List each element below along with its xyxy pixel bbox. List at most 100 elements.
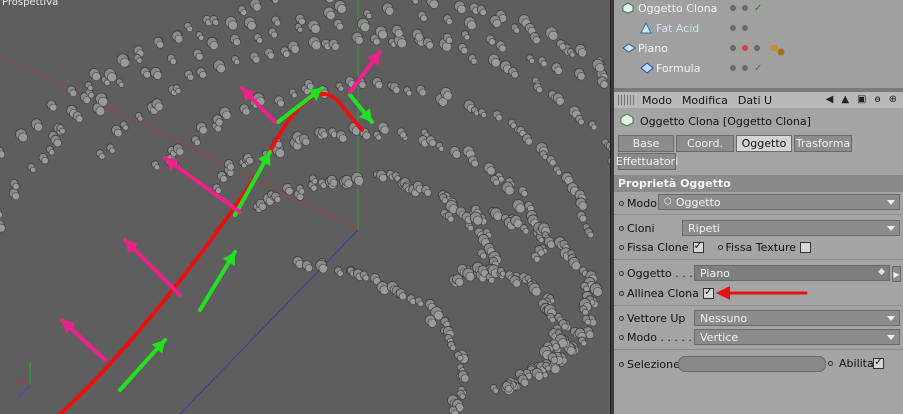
vettore-up-dropdown[interactable]: Nessuno: [694, 310, 900, 326]
clone-sphere: [216, 63, 226, 74]
back-arrow-icon[interactable]: ◀: [826, 94, 834, 105]
menu-modifica[interactable]: Modifica: [682, 94, 728, 107]
clone-sphere: [398, 292, 407, 301]
perspective-viewport[interactable]: Prospettiva: [0, 0, 610, 414]
clone-sphere: [470, 159, 479, 168]
clone-sphere: [118, 81, 125, 88]
tab-base[interactable]: Base: [618, 135, 674, 152]
fissa-clone-checkbox[interactable]: [692, 239, 704, 253]
oggetto-link-field[interactable]: Piano ◆: [694, 265, 890, 281]
material-tag-icon[interactable]: [770, 44, 786, 59]
menu-dati-utente[interactable]: Dati U: [738, 94, 772, 107]
animate-bullet-icon[interactable]: [619, 200, 624, 206]
clone-sphere: [399, 131, 407, 139]
tab-oggetto[interactable]: Oggetto: [736, 135, 792, 152]
clone-sphere: [154, 102, 164, 112]
clone-sphere: [186, 25, 193, 33]
modo-vertice-dropdown[interactable]: Vertice: [694, 329, 900, 345]
animate-bullet-icon[interactable]: [828, 361, 833, 366]
animate-bullet-icon[interactable]: [717, 244, 723, 250]
object-row-fat-acid[interactable]: Fat Acid: [614, 18, 903, 38]
clone-sphere: [559, 43, 567, 51]
z-axis-line: [179, 229, 359, 414]
clone-sphere: [291, 92, 298, 99]
clone-sphere: [420, 14, 428, 22]
clone-sphere: [329, 178, 338, 187]
clone-sphere: [122, 124, 129, 131]
clone-sphere: [534, 371, 544, 381]
clone-sphere: [274, 19, 281, 27]
chevron-down-icon: [887, 226, 895, 231]
prop-row-allinea-clona: Allinea Clona: [614, 283, 903, 303]
animate-bullet-icon[interactable]: [619, 315, 624, 321]
clone-sphere: [425, 41, 434, 50]
clone-sphere: [561, 323, 569, 331]
clone-sphere: [69, 89, 78, 97]
clone-sphere: [119, 57, 130, 68]
clone-sphere: [545, 365, 552, 372]
plane-icon: ◆: [878, 267, 885, 277]
clone-sphere: [365, 12, 373, 20]
clone-sphere: [466, 20, 477, 31]
grip-icon[interactable]: [618, 95, 634, 105]
fissa-texture-checkbox[interactable]: [800, 241, 812, 253]
animate-bullet-icon[interactable]: [619, 225, 624, 231]
tab-trasforma[interactable]: Trasforma: [794, 135, 852, 152]
clone-sphere: [272, 0, 279, 4]
clone-sphere: [290, 44, 300, 54]
clone-sphere: [331, 42, 340, 51]
up-arrow-icon[interactable]: ▲: [841, 94, 849, 105]
clone-sphere: [48, 149, 55, 156]
clone-sphere: [358, 80, 367, 89]
object-row-plane[interactable]: Piano: [614, 38, 903, 58]
link-arrow-button[interactable]: ▶: [892, 266, 901, 282]
object-row-formula[interactable]: Formula ✓: [614, 58, 903, 78]
clone-sphere: [362, 274, 370, 282]
menu-modo[interactable]: Modo: [642, 94, 672, 107]
clone-sphere: [513, 27, 520, 34]
clone-sphere: [584, 318, 592, 326]
clone-sphere: [540, 60, 548, 68]
clone-sphere: [460, 374, 470, 383]
clone-sphere: [375, 134, 382, 141]
animate-bullet-icon[interactable]: [619, 270, 624, 276]
clone-sphere: [215, 118, 224, 127]
clone-sphere: [555, 96, 565, 106]
clone-sphere: [137, 115, 144, 122]
clone-sphere: [212, 18, 219, 26]
abilita-checkbox[interactable]: [873, 355, 884, 369]
clone-sphere: [522, 227, 530, 235]
new-window-icon[interactable]: ▣: [857, 94, 866, 105]
enabled-check-icon[interactable]: ✓: [754, 63, 762, 74]
clone-sphere: [591, 124, 598, 131]
clone-sphere: [0, 211, 3, 219]
clone-sphere: [49, 103, 58, 112]
clone-sphere: [511, 70, 519, 79]
animate-bullet-icon[interactable]: [619, 361, 624, 367]
clone-sphere: [11, 192, 20, 201]
animate-bullet-icon[interactable]: [619, 334, 624, 340]
clone-sphere: [447, 215, 455, 223]
tab-coord[interactable]: Coord.: [676, 135, 734, 152]
animate-bullet-icon[interactable]: [619, 290, 624, 296]
clone-sphere: [267, 51, 275, 60]
modo-dropdown[interactable]: ⬡ Oggetto: [658, 194, 900, 210]
clone-sphere: [493, 211, 503, 221]
clone-sphere: [53, 138, 62, 148]
clone-sphere: [337, 4, 347, 14]
clone-sphere: [354, 175, 364, 186]
selezione-link-field[interactable]: [678, 356, 826, 372]
clone-sphere: [555, 169, 563, 176]
object-row-cloner[interactable]: Oggetto Clona ✓: [614, 0, 903, 18]
animate-bullet-icon[interactable]: [619, 244, 624, 250]
settings-icon[interactable]: ⊕: [889, 94, 897, 105]
clone-sphere: [232, 37, 241, 46]
clone-sphere: [296, 193, 304, 201]
enabled-check-icon[interactable]: ✓: [754, 3, 762, 14]
clone-sphere: [512, 279, 521, 288]
attribute-title: Oggetto Clona [Oggetto Clona]: [614, 110, 903, 132]
tab-effettuatori[interactable]: Effettuatori: [616, 153, 678, 170]
clone-sphere: [169, 57, 177, 65]
cloni-dropdown[interactable]: Ripeti: [682, 220, 900, 236]
lock-icon[interactable]: ɵ: [874, 94, 880, 105]
